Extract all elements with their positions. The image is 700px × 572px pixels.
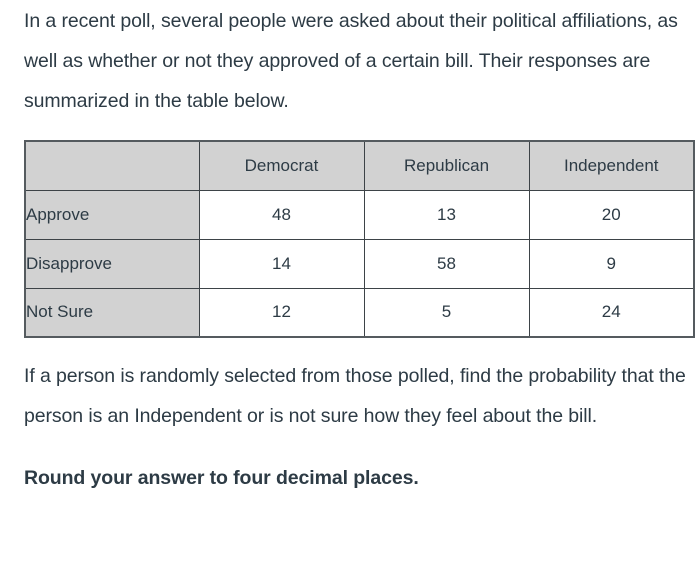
table-row: Approve 48 13 20 — [24, 189, 695, 240]
cell-not-sure-republican: 5 — [363, 287, 530, 338]
poll-table: Democrat Republican Independent Approve … — [24, 140, 695, 338]
cell-disapprove-independent: 9 — [528, 238, 695, 289]
row-header-approve: Approve — [24, 189, 200, 240]
cell-not-sure-democrat: 12 — [198, 287, 365, 338]
table-body: Approve 48 13 20 Disapprove 14 58 9 Not … — [24, 189, 695, 338]
table-row: Disapprove 14 58 9 — [24, 238, 695, 289]
table-head: Democrat Republican Independent — [24, 140, 695, 191]
row-header-not-sure: Not Sure — [24, 287, 200, 338]
intro-paragraph: In a recent poll, several people were as… — [24, 10, 678, 112]
question-page: In a recent poll, several people were as… — [0, 0, 700, 572]
cell-not-sure-independent: 24 — [528, 287, 695, 338]
cell-approve-republican: 13 — [363, 189, 530, 240]
question-prompt: If a person is randomly selected from th… — [24, 365, 686, 427]
header-row: Democrat Republican Independent — [24, 140, 695, 191]
row-header-disapprove: Disapprove — [24, 238, 200, 289]
rounding-instruction: Round your answer to four decimal places… — [24, 467, 419, 489]
column-header-republican: Republican — [363, 140, 530, 191]
column-header-independent: Independent — [528, 140, 695, 191]
cell-approve-independent: 20 — [528, 189, 695, 240]
table-corner-cell — [24, 140, 200, 191]
cell-approve-democrat: 48 — [198, 189, 365, 240]
poll-table-container: Democrat Republican Independent Approve … — [24, 140, 695, 338]
cell-disapprove-democrat: 14 — [198, 238, 365, 289]
column-header-democrat: Democrat — [198, 140, 365, 191]
cell-disapprove-republican: 58 — [363, 238, 530, 289]
table-row: Not Sure 12 5 24 — [24, 287, 695, 338]
